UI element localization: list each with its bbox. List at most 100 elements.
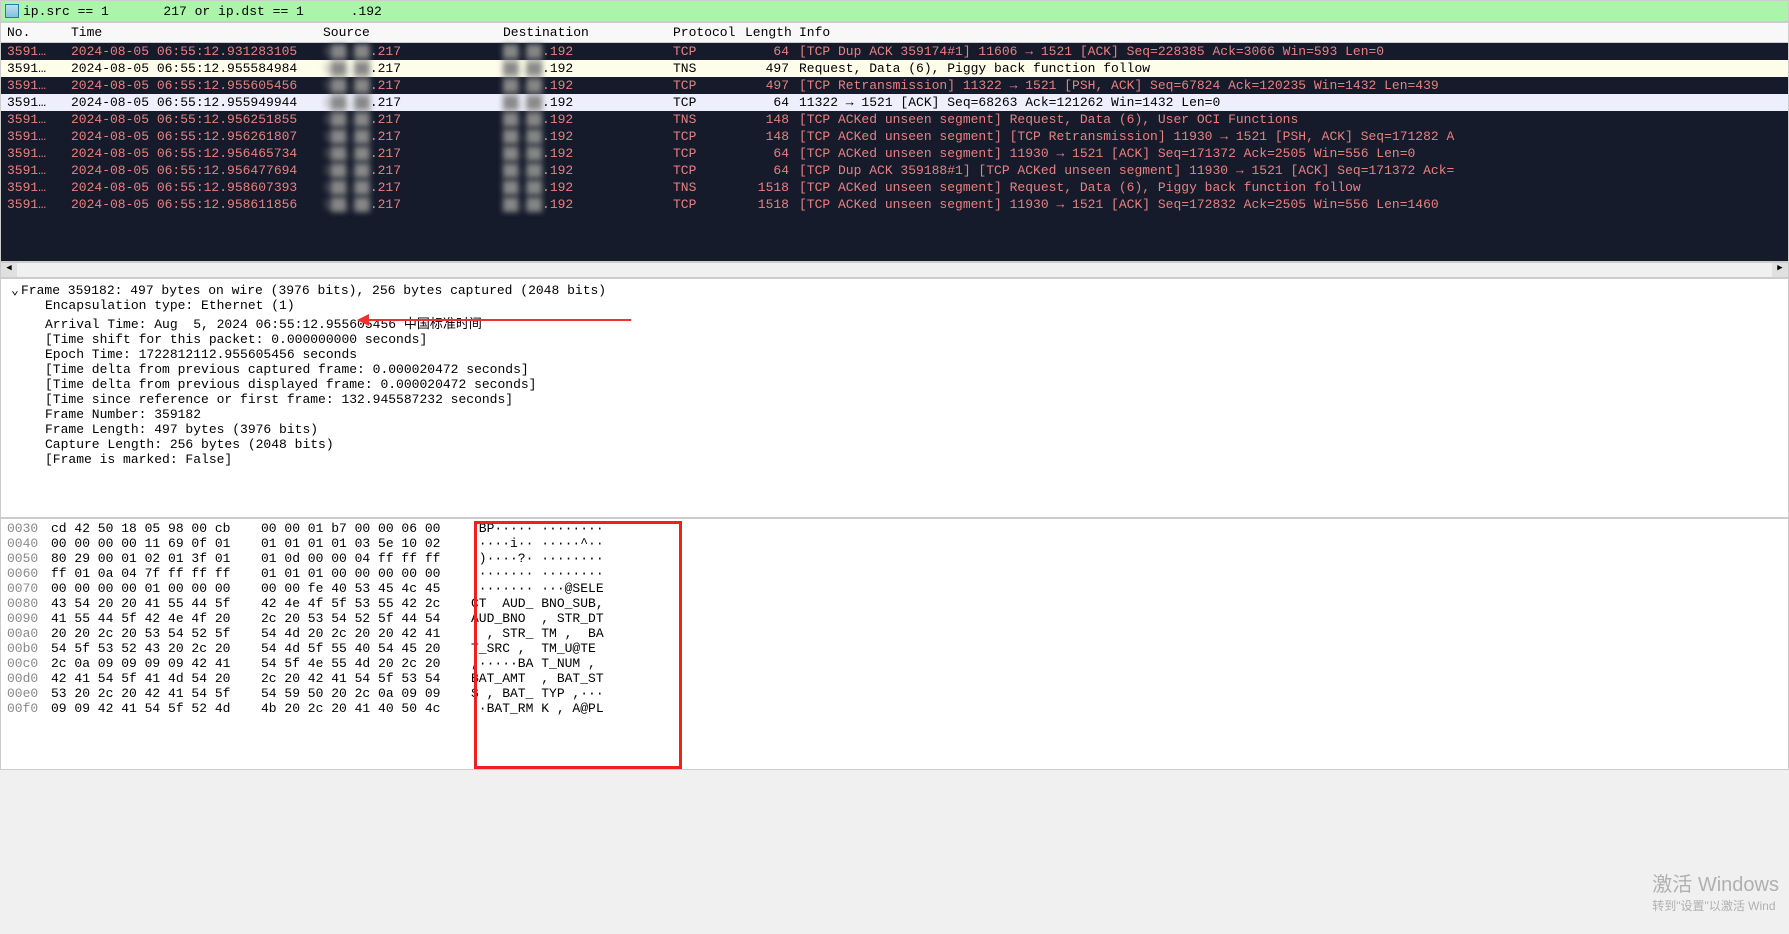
col-header-time[interactable]: Time <box>71 25 323 40</box>
cell-protocol: TNS <box>673 61 745 76</box>
packet-row[interactable]: 3591…2024-08-05 06:55:12.9586118561██.██… <box>1 196 1788 213</box>
hex-row[interactable]: 00f009 09 42 41 54 5f 52 4d 4b 20 2c 20 … <box>1 701 1788 716</box>
cell-length: 64 <box>745 44 795 59</box>
hex-bytes-right: 4b 20 2c 20 41 40 50 4c <box>261 701 471 716</box>
frame-detail-line[interactable]: [Time delta from previous captured frame… <box>35 362 1788 377</box>
hex-row[interactable]: 008043 54 20 20 41 55 44 5f 42 4e 4f 5f … <box>1 596 1788 611</box>
cell-length: 64 <box>745 146 795 161</box>
hex-bytes-left: 20 20 2c 20 53 54 52 5f <box>51 626 261 641</box>
hex-row[interactable]: 004000 00 00 00 11 69 0f 01 01 01 01 01 … <box>1 536 1788 551</box>
col-header-protocol[interactable]: Protocol <box>673 25 745 40</box>
frame-detail-line[interactable]: Epoch Time: 1722812112.955605456 seconds <box>35 347 1788 362</box>
hex-row[interactable]: 0030cd 42 50 18 05 98 00 cb 00 00 01 b7 … <box>1 521 1788 536</box>
hex-row[interactable]: 00e053 20 2c 20 42 41 54 5f 54 59 50 20 … <box>1 686 1788 701</box>
cell-protocol: TCP <box>673 129 745 144</box>
hex-row[interactable]: 007000 00 00 00 01 00 00 00 00 00 fe 40 … <box>1 581 1788 596</box>
col-header-destination[interactable]: Destination <box>503 25 673 40</box>
cell-source: 1██.██.217 <box>323 146 503 161</box>
col-header-length[interactable]: Length <box>745 25 795 40</box>
col-header-source[interactable]: Source <box>323 25 503 40</box>
cell-destination: ██.██.192 <box>503 95 673 110</box>
hex-ascii: ········ ···@SELE <box>471 581 631 596</box>
packet-row[interactable]: 3591…2024-08-05 06:55:12.9555849841██.██… <box>1 60 1788 77</box>
cell-source: 1██.██.217 <box>323 44 503 59</box>
scroll-right-button[interactable]: ▶ <box>1772 263 1788 277</box>
packet-bytes-pane[interactable]: 0030cd 42 50 18 05 98 00 cb 00 00 01 b7 … <box>0 518 1789 770</box>
cell-time: 2024-08-05 06:55:12.956251855 <box>71 112 323 127</box>
frame-detail-line[interactable]: [Time delta from previous displayed fram… <box>35 377 1788 392</box>
cell-info: [TCP Retransmission] 11322 → 1521 [PSH, … <box>795 78 1788 93</box>
hex-row[interactable]: 00a020 20 2c 20 53 54 52 5f 54 4d 20 2c … <box>1 626 1788 641</box>
frame-detail-line[interactable]: [Time since reference or first frame: 13… <box>35 392 1788 407</box>
cell-info: [TCP Dup ACK 359188#1] [TCP ACKed unseen… <box>795 163 1788 178</box>
cell-no: 3591… <box>1 146 71 161</box>
hex-bytes-right: 01 0d 00 00 04 ff ff ff <box>261 551 471 566</box>
cell-length: 64 <box>745 95 795 110</box>
cell-source: 1██.██.217 <box>323 163 503 178</box>
frame-tree-root[interactable]: ⌄Frame 359182: 497 bytes on wire (3976 b… <box>1 283 1788 298</box>
hex-row[interactable]: 00b054 5f 53 52 43 20 2c 20 54 4d 5f 55 … <box>1 641 1788 656</box>
packet-row[interactable]: 3591…2024-08-05 06:55:12.9564776941██.██… <box>1 162 1788 179</box>
cell-no: 3591… <box>1 44 71 59</box>
cell-destination: ██.██.192 <box>503 197 673 212</box>
hex-offset: 0070 <box>7 581 51 596</box>
hex-bytes-left: 54 5f 53 52 43 20 2c 20 <box>51 641 261 656</box>
packet-row[interactable]: 3591…2024-08-05 06:55:12.9562518551██.██… <box>1 111 1788 128</box>
hex-row[interactable]: 0060ff 01 0a 04 7f ff ff ff 01 01 01 00 … <box>1 566 1788 581</box>
packet-details-pane[interactable]: ⌄Frame 359182: 497 bytes on wire (3976 b… <box>0 278 1789 518</box>
frame-detail-line[interactable]: Arrival Time: Aug 5, 2024 06:55:12.95560… <box>35 313 1788 332</box>
hex-offset: 00a0 <box>7 626 51 641</box>
cell-info: [TCP ACKed unseen segment] [TCP Retransm… <box>795 129 1788 144</box>
display-filter-input[interactable] <box>23 4 1784 19</box>
hex-offset: 00f0 <box>7 701 51 716</box>
hex-offset: 0050 <box>7 551 51 566</box>
col-header-no[interactable]: No. <box>1 25 71 40</box>
cell-protocol: TCP <box>673 146 745 161</box>
hex-row[interactable]: 00c02c 0a 09 09 09 09 42 41 54 5f 4e 55 … <box>1 656 1788 671</box>
packet-row[interactable]: 3591…2024-08-05 06:55:12.9556054561██.██… <box>1 77 1788 94</box>
hex-bytes-right: 00 00 01 b7 00 00 06 00 <box>261 521 471 536</box>
cell-length: 497 <box>745 78 795 93</box>
cell-no: 3591… <box>1 197 71 212</box>
frame-detail-line[interactable]: Frame Number: 359182 <box>35 407 1788 422</box>
packet-row[interactable]: 3591…2024-08-05 06:55:12.9559499441██.██… <box>1 94 1788 111</box>
cell-no: 3591… <box>1 95 71 110</box>
display-filter-bar <box>0 0 1789 22</box>
hex-bytes-right: 00 00 fe 40 53 45 4c 45 <box>261 581 471 596</box>
hex-row[interactable]: 005080 29 00 01 02 01 3f 01 01 0d 00 00 … <box>1 551 1788 566</box>
cell-length: 64 <box>745 163 795 178</box>
packet-list-hscroll[interactable]: ◀ ▶ <box>0 262 1789 278</box>
hex-row[interactable]: 00d042 41 54 5f 41 4d 54 20 2c 20 42 41 … <box>1 671 1788 686</box>
frame-summary: Frame 359182: 497 bytes on wire (3976 bi… <box>21 283 606 298</box>
cell-no: 3591… <box>1 163 71 178</box>
packet-list-pane[interactable]: No. Time Source Destination Protocol Len… <box>0 22 1789 262</box>
hex-bytes-right: 2c 20 53 54 52 5f 44 54 <box>261 611 471 626</box>
cell-source: 1██.██.217 <box>323 129 503 144</box>
cell-info: [TCP ACKed unseen segment] 11930 → 1521 … <box>795 197 1788 212</box>
frame-detail-line[interactable]: [Time shift for this packet: 0.000000000… <box>35 332 1788 347</box>
frame-detail-line[interactable]: Capture Length: 256 bytes (2048 bits) <box>35 437 1788 452</box>
cell-destination: ██.██.192 <box>503 78 673 93</box>
packet-row[interactable]: 3591…2024-08-05 06:55:12.9564657341██.██… <box>1 145 1788 162</box>
hex-bytes-left: 41 55 44 5f 42 4e 4f 20 <box>51 611 261 626</box>
scroll-left-button[interactable]: ◀ <box>1 263 17 277</box>
frame-detail-line[interactable]: Encapsulation type: Ethernet (1) <box>35 298 1788 313</box>
windows-activation-watermark: 激活 Windows 转到"设置"以激活 Wind <box>1652 868 1779 914</box>
filter-bookmark-icon[interactable] <box>5 4 19 18</box>
cell-length: 1518 <box>745 197 795 212</box>
cell-info: [TCP ACKed unseen segment] Request, Data… <box>795 180 1788 195</box>
cell-info: [TCP ACKed unseen segment] Request, Data… <box>795 112 1788 127</box>
packet-row[interactable]: 3591…2024-08-05 06:55:12.9312831051██.██… <box>1 43 1788 60</box>
hex-ascii: , STR_ TM , BA <box>471 626 631 641</box>
frame-detail-line[interactable]: [Frame is marked: False] <box>35 452 1788 467</box>
hex-bytes-right: 42 4e 4f 5f 53 55 42 2c <box>261 596 471 611</box>
hex-row[interactable]: 009041 55 44 5f 42 4e 4f 20 2c 20 53 54 … <box>1 611 1788 626</box>
packet-row[interactable]: 3591…2024-08-05 06:55:12.9562618071██.██… <box>1 128 1788 145</box>
frame-detail-line[interactable]: Frame Length: 497 bytes (3976 bits) <box>35 422 1788 437</box>
cell-info: [TCP Dup ACK 359174#1] 11606 → 1521 [ACK… <box>795 44 1788 59</box>
col-header-info[interactable]: Info <box>795 25 1788 40</box>
cell-length: 148 <box>745 112 795 127</box>
hex-offset: 0040 <box>7 536 51 551</box>
annotation-arrow <box>361 319 631 321</box>
packet-row[interactable]: 3591…2024-08-05 06:55:12.9586073931██.██… <box>1 179 1788 196</box>
